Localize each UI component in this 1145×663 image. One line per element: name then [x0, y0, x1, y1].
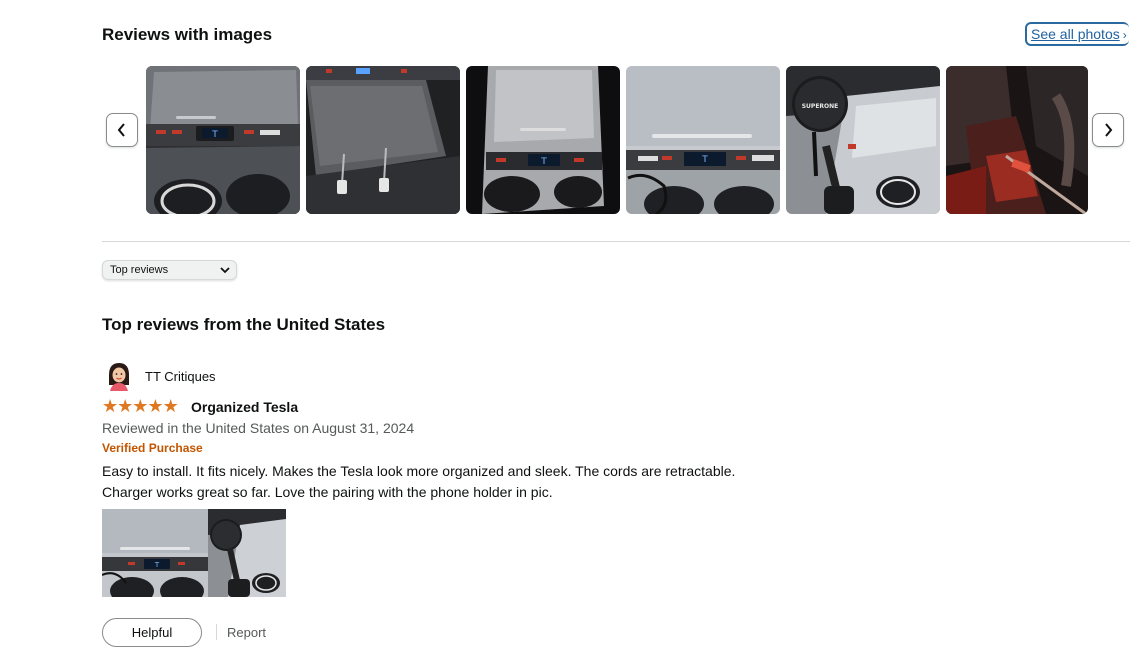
review-photo-thumbnail[interactable]: T: [146, 66, 300, 214]
chevron-down-icon: [220, 267, 230, 274]
star-rating[interactable]: ★ ★ ★ ★ ★: [102, 396, 179, 416]
reviewer-avatar: [104, 361, 134, 391]
star-icon: ★: [117, 396, 133, 416]
review-body-line: Charger works great so far. Love the pai…: [102, 484, 553, 500]
section-divider: [102, 241, 1130, 242]
svg-text:T: T: [540, 157, 547, 167]
chevron-right-icon: [1105, 123, 1113, 137]
see-all-photos-link[interactable]: See all photos ›: [1025, 22, 1129, 46]
sort-reviews-dropdown[interactable]: Top reviews: [102, 260, 237, 280]
star-icon: ★: [162, 396, 179, 416]
see-all-photos-label: See all photos: [1031, 26, 1120, 42]
review-title[interactable]: Organized Tesla: [191, 399, 298, 415]
carousel-next-button[interactable]: [1092, 113, 1124, 147]
charger-brand-text: SUPERONE: [802, 103, 839, 110]
sort-selected-value: Top reviews: [110, 264, 169, 276]
review-photo-thumbnail[interactable]: [946, 66, 1088, 214]
review-photo-thumbnail[interactable]: [306, 66, 460, 214]
review-photo-thumbnail[interactable]: T: [626, 66, 780, 214]
review-photo-thumbnail[interactable]: SUPERONE: [786, 66, 940, 214]
action-separator: [216, 624, 217, 640]
star-icon: ★: [132, 396, 148, 416]
star-icon: ★: [147, 396, 163, 416]
svg-text:T: T: [211, 130, 218, 140]
review-photo-thumbnail[interactable]: T: [466, 66, 620, 214]
review-date: Reviewed in the United States on August …: [102, 420, 415, 436]
helpful-button[interactable]: Helpful: [102, 618, 202, 647]
star-icon: ★: [102, 396, 118, 416]
reviews-with-images-heading: Reviews with images: [102, 25, 273, 44]
report-link[interactable]: Report: [227, 625, 266, 640]
chevron-left-icon: [117, 123, 125, 137]
svg-text:T: T: [154, 561, 160, 569]
svg-text:T: T: [701, 155, 708, 165]
review-attached-photo[interactable]: [208, 509, 286, 597]
carousel-prev-button[interactable]: [106, 113, 138, 147]
verified-purchase-badge[interactable]: Verified Purchase: [102, 441, 203, 455]
review-attached-photo[interactable]: T: [102, 509, 208, 597]
review-body-line: Easy to install. It fits nicely. Makes t…: [102, 463, 736, 479]
top-reviews-heading: Top reviews from the United States: [102, 315, 386, 334]
chevron-right-icon: ›: [1122, 28, 1127, 42]
reviewer-name: TT Critiques: [145, 369, 216, 384]
